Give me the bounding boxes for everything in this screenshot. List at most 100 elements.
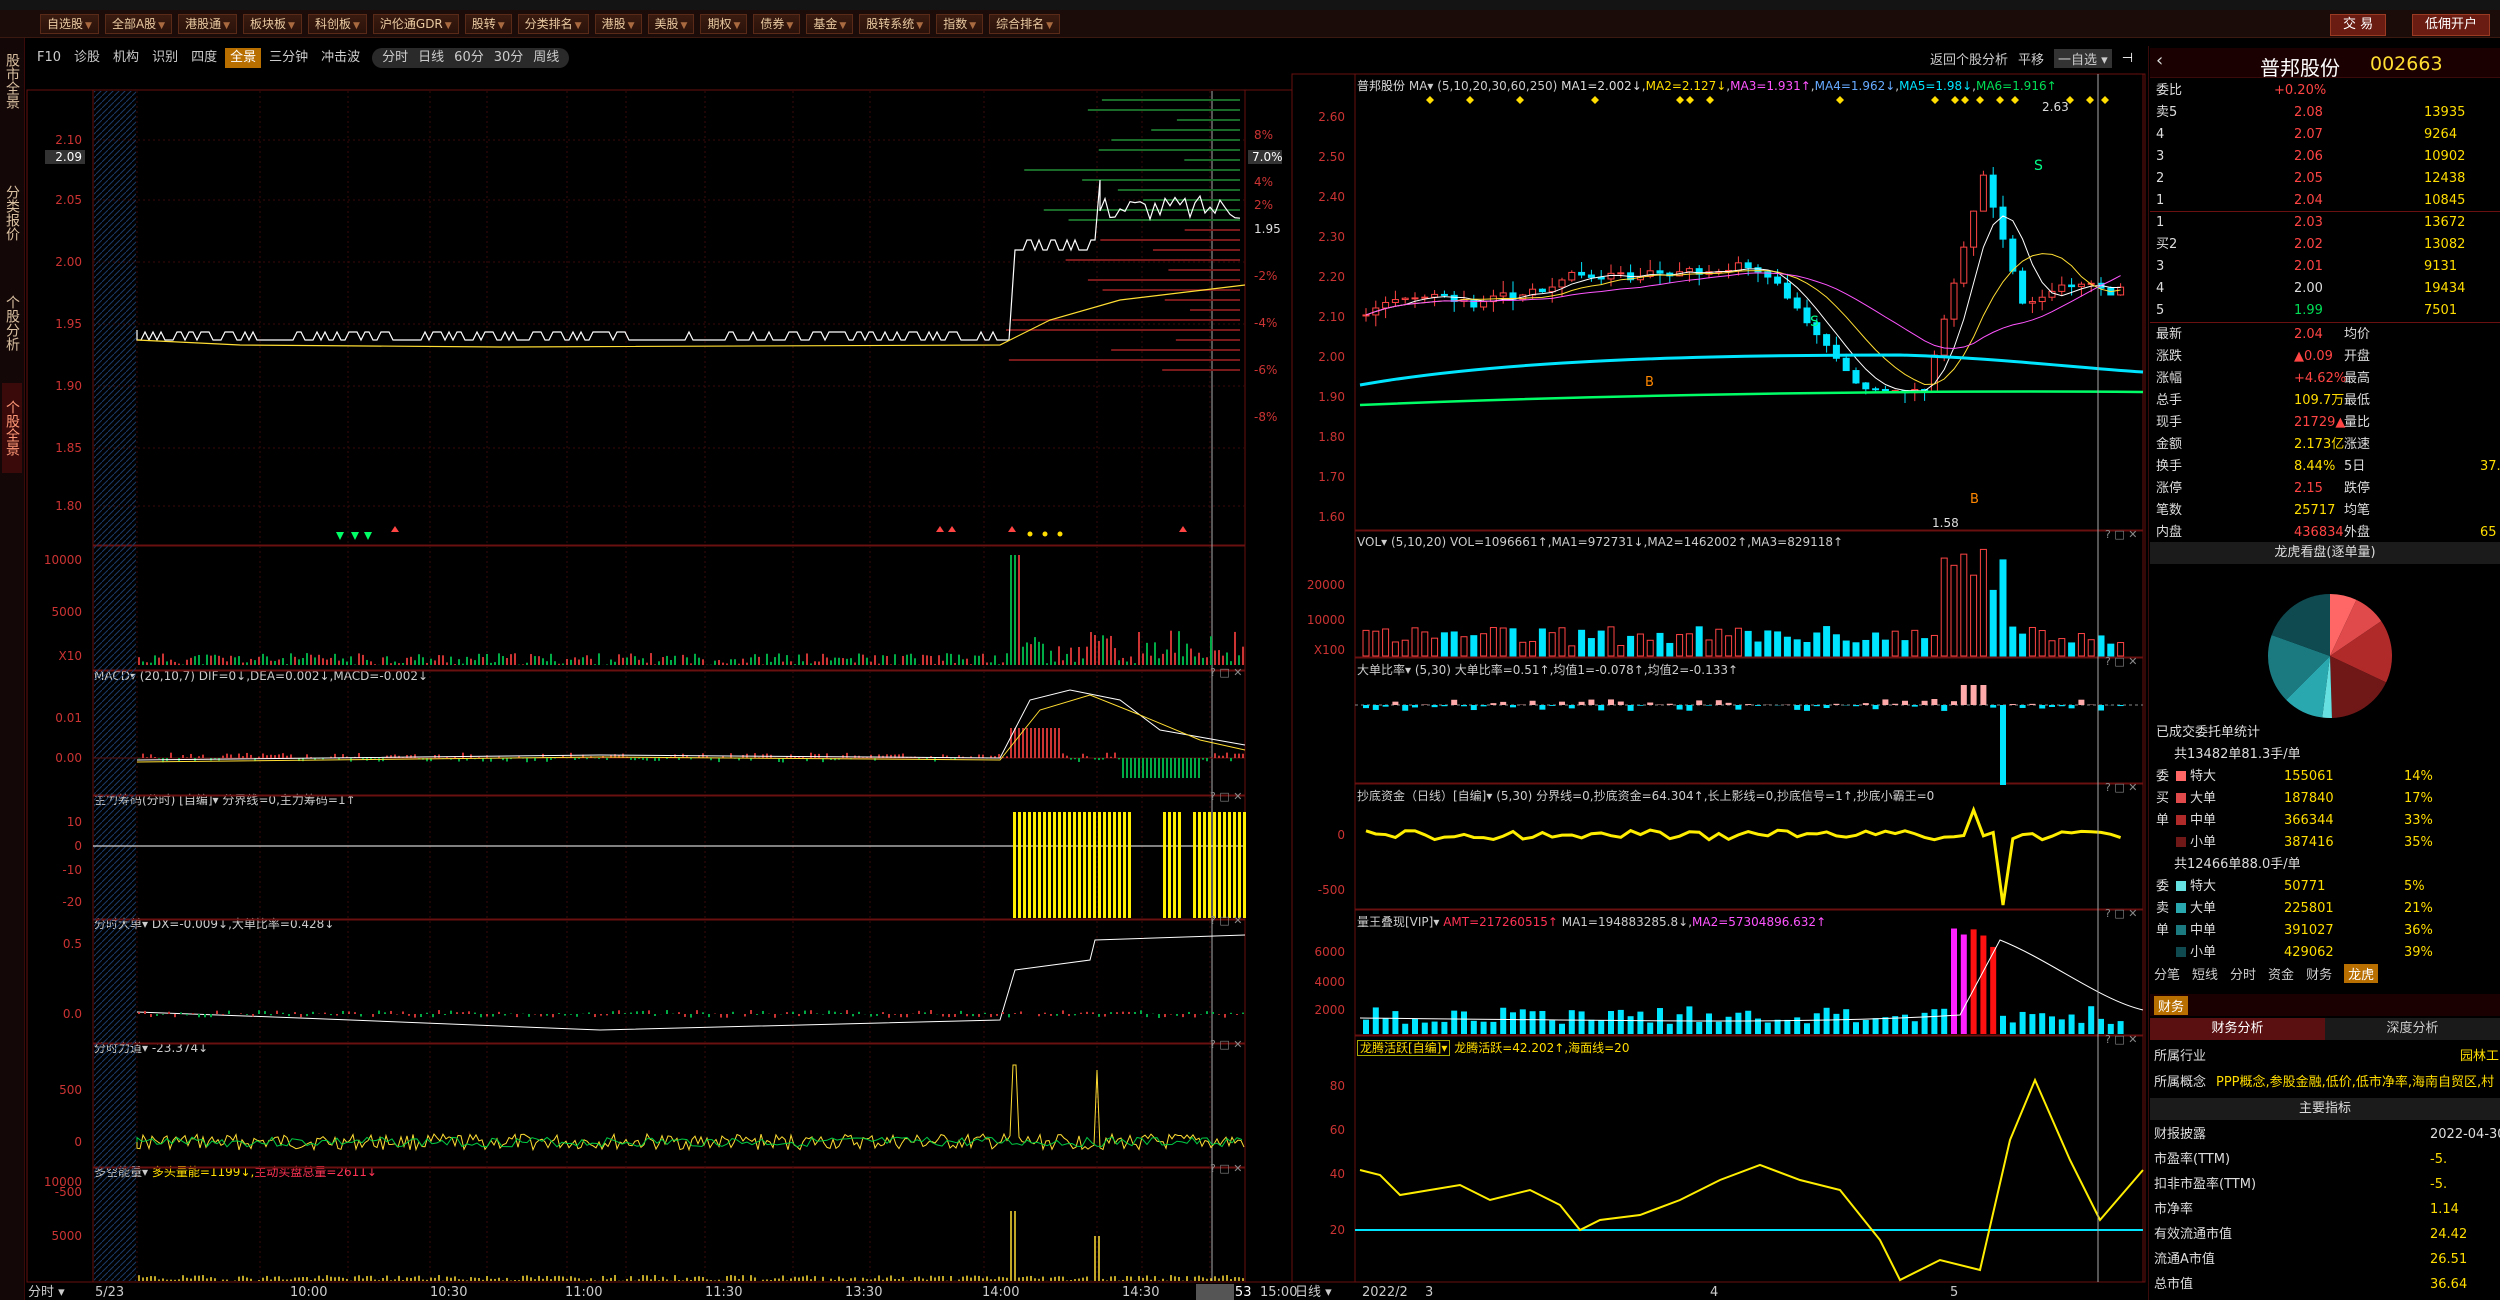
signal-marker: [1179, 526, 1187, 532]
zlcm-bar: [1083, 812, 1086, 918]
ddbl-bar: [2039, 705, 2046, 709]
fsdd-tick: 0.0: [63, 1007, 82, 1021]
daily-vol-bar: [1666, 642, 1674, 657]
ddbl-bar: [1480, 705, 1487, 707]
stat-label: 最新: [2156, 327, 2183, 342]
quote-tab-3[interactable]: 资金: [2268, 964, 2294, 983]
buy-total-row: 共13482单81.3手/单: [2154, 744, 2500, 766]
panel-control-icon[interactable]: ? □ ✕: [2105, 781, 2137, 794]
pct-tick: 8%: [1254, 128, 1273, 142]
panel-control-icon[interactable]: ? □ ✕: [2105, 528, 2137, 541]
sell-volume: 12438: [2424, 171, 2466, 186]
lwdx-bar: [1627, 1016, 1634, 1034]
stat-label: 内盘: [2156, 525, 2183, 540]
zlcm-bar: [1233, 812, 1236, 918]
ddbl-bar: [1431, 705, 1438, 708]
ddbl-bar: [1490, 703, 1497, 705]
daily-signal-diamond: [1836, 96, 1844, 104]
lwdx-bar: [1882, 1017, 1889, 1034]
daily-vol-bar: [1607, 626, 1615, 657]
legend-swatch: [2176, 903, 2186, 913]
finance-tab[interactable]: 财务: [2154, 996, 2189, 1015]
panel-control-icon[interactable]: ? □ ✕: [2105, 907, 2137, 920]
zlcm-bar: [1118, 812, 1121, 918]
lwdx-bar: [1549, 1020, 1556, 1034]
stat-label: 笔数: [2156, 503, 2183, 518]
quote-tab-0[interactable]: 分笔: [2154, 964, 2180, 983]
pct-tag: 7.0%: [1252, 150, 1283, 164]
panel-control-icon[interactable]: ? □ ✕: [2105, 1033, 2137, 1046]
size-vol: 366344: [2284, 813, 2334, 828]
daily-panel-frame: [1354, 1035, 2144, 1283]
daily-vol-bar: [2068, 642, 2076, 657]
industry-label: 所属行业: [2154, 1049, 2207, 1064]
daily-vol-bar: [1372, 630, 1380, 657]
stat-row: 内盘 436834 外盘 65: [2154, 522, 2500, 544]
sell-size-row: 单 中单 391027 36%: [2154, 920, 2500, 942]
ddbl-bar: [1853, 705, 1859, 707]
back-arrow-icon[interactable]: ‹: [2156, 50, 2163, 71]
candle: [1578, 271, 1586, 276]
quote-tab-2[interactable]: 分时: [2230, 964, 2256, 983]
candle: [1842, 357, 1850, 372]
sell-size-row: 小单 429062 39%: [2154, 942, 2500, 964]
daily-vol-bar: [1881, 639, 1889, 657]
stat-label: 均笔: [2344, 503, 2371, 518]
ddbl-bar: [1637, 705, 1644, 706]
deep-analysis-tab[interactable]: 深度分析: [2325, 1018, 2500, 1040]
daily-vol-bar: [1499, 627, 1507, 657]
trade-button[interactable]: 交 易: [2330, 14, 2387, 36]
lwdx-bar: [2029, 1014, 2036, 1034]
lwdx-bar: [1990, 946, 1997, 1034]
price-tick: 1.95: [55, 317, 82, 331]
stat-label: 涨停: [2156, 481, 2183, 496]
daily-vol-bar: [1646, 639, 1654, 657]
quote-tab-1[interactable]: 短线: [2192, 964, 2218, 983]
panel-control-icon[interactable]: ? □ ✕: [1210, 1038, 1242, 1051]
industry-row: 所属行业 园林工: [2154, 1046, 2500, 1068]
daily-vol-bar: [1764, 630, 1772, 657]
panel-control-icon[interactable]: ? □ ✕: [1210, 1162, 1242, 1175]
stock-code: 002663: [2370, 53, 2443, 75]
open-account-button[interactable]: 低佣开户: [2412, 14, 2491, 36]
daily-vol-bar: [1823, 626, 1831, 657]
sell-price: 2.06: [2294, 149, 2323, 164]
quote-tab-4[interactable]: 财务: [2306, 964, 2332, 983]
size-pct: 17%: [2404, 791, 2433, 806]
candle: [1391, 299, 1399, 303]
panel-control-icon[interactable]: ? □ ✕: [1210, 914, 1242, 927]
candle: [2077, 283, 2085, 288]
legend-swatch: [2176, 771, 2186, 781]
time-tick: 11:00: [565, 1285, 602, 1300]
candle: [1950, 282, 1958, 320]
daily-price-tick: 2.00: [1318, 350, 1345, 364]
quote-tab-5[interactable]: 龙虎: [2344, 964, 2379, 983]
daily-vol-bar: [1470, 635, 1478, 657]
candle: [1979, 174, 1987, 212]
lwdx-bar: [1539, 1010, 1546, 1034]
stat-label: 总手: [2156, 393, 2183, 408]
size-label: 大单: [2190, 791, 2217, 806]
zlcm-bar: [1018, 812, 1021, 918]
panel-control-icon[interactable]: ? □ ✕: [1210, 666, 1242, 679]
fin-analysis-tab[interactable]: 财务分析: [2150, 1018, 2325, 1040]
daily-vol-bar: [1440, 632, 1448, 657]
sell-label: 1: [2156, 193, 2165, 208]
daily-vol-bar: [1930, 634, 1938, 657]
ddbl-bar: [2078, 699, 2085, 705]
zlcm-bar: [1113, 812, 1116, 918]
stat-label: 跌停: [2344, 481, 2371, 496]
panel-control-icon[interactable]: ? □ ✕: [1210, 790, 1242, 803]
ma10-line: [1365, 253, 2121, 385]
daily-vol-bar: [1636, 633, 1644, 657]
stat-value: +4.62%: [2294, 371, 2347, 386]
daily-vol-bar: [1842, 640, 1850, 657]
zlcm-bar: [1068, 812, 1071, 918]
lwdx-bar: [1431, 1021, 1438, 1034]
size-vol: 387416: [2284, 835, 2334, 850]
panel-control-icon[interactable]: ? □ ✕: [2105, 655, 2137, 668]
candle: [1774, 276, 1782, 284]
stat-label: 金额: [2156, 437, 2183, 452]
daily-price-tick: 1.80: [1318, 430, 1345, 444]
lwdx-bar: [1696, 1022, 1703, 1034]
